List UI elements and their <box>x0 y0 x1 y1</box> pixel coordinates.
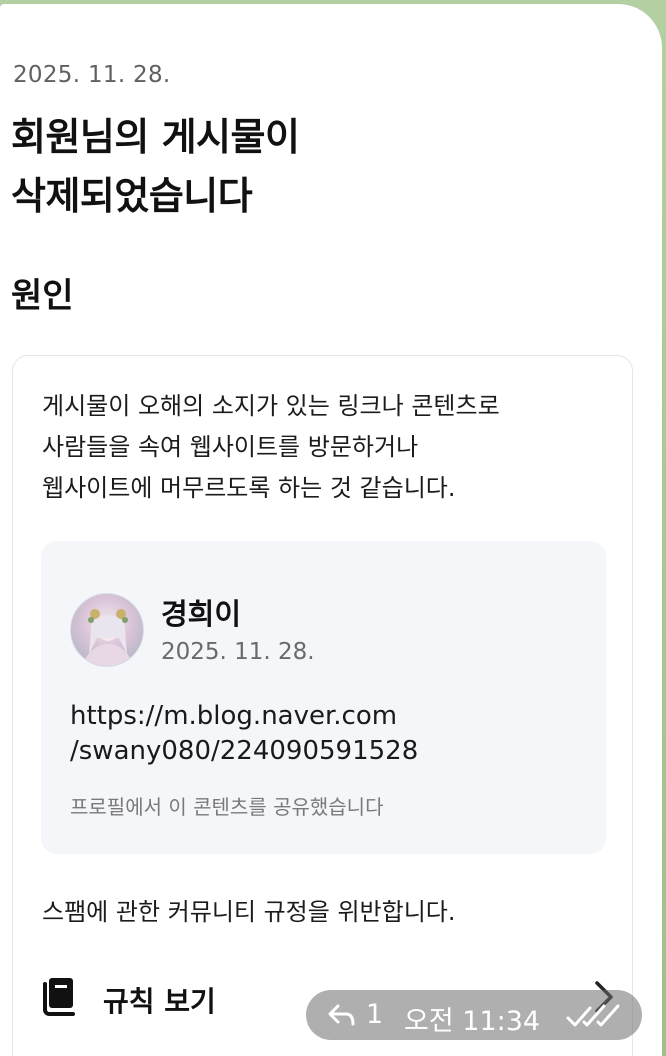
shared-note: 프로필에서 이 콘텐츠를 공유했습니다 <box>70 795 384 819</box>
avatar <box>70 593 144 667</box>
message-time: 오전 11:34 <box>404 1006 541 1037</box>
reply-icon[interactable] <box>326 1002 356 1028</box>
notice-date: 2025. 11. 28. <box>13 62 171 88</box>
notice-title-line1: 회원님의 게시물이 <box>11 115 300 159</box>
reply-count: 1 <box>366 999 384 1030</box>
reason-line3: 웹사이트에 머무르도록 하는 것 같습니다. <box>42 474 456 502</box>
post-date: 2025. 11. 28. <box>161 639 315 665</box>
cause-heading: 원인 <box>11 276 74 316</box>
removed-post-preview[interactable]: 경희이 2025. 11. 28. https://m.blog.naver.c… <box>41 541 606 854</box>
rules-label: 규칙 보기 <box>103 985 216 1018</box>
post-link-line1: https://m.blog.naver.com <box>70 701 398 731</box>
reason-line1: 게시물이 오해의 소지가 있는 링크나 콘텐츠로 <box>42 392 500 420</box>
message-bubble[interactable]: 2025. 11. 28. 회원님의 게시물이 삭제되었습니다 원인 게시물이 … <box>0 4 662 1056</box>
reason-description: 게시물이 오해의 소지가 있는 링크나 콘텐츠로 사람들을 속여 웹사이트를 방… <box>42 386 622 509</box>
post-link-line2: /swany080/224090591528 <box>70 736 419 766</box>
post-author: 경희이 <box>161 597 242 631</box>
notice-title-line2: 삭제되었습니다 <box>11 174 253 218</box>
avatar-portrait-icon <box>82 609 134 666</box>
notice-title: 회원님의 게시물이 삭제되었습니다 <box>11 108 611 226</box>
reason-line2: 사람들을 속여 웹사이트를 방문하거나 <box>42 433 419 461</box>
double-check-icon <box>566 1004 620 1027</box>
book-icon <box>43 978 75 1016</box>
reason-card: 게시물이 오해의 소지가 있는 링크나 콘텐츠로 사람들을 속여 웹사이트를 방… <box>12 355 633 1056</box>
message-meta: 1 오전 11:34 <box>306 990 642 1040</box>
post-link[interactable]: https://m.blog.naver.com /swany080/22409… <box>70 699 418 769</box>
violation-text: 스팸에 관한 커뮤니티 규정을 위반합니다. <box>42 898 456 926</box>
